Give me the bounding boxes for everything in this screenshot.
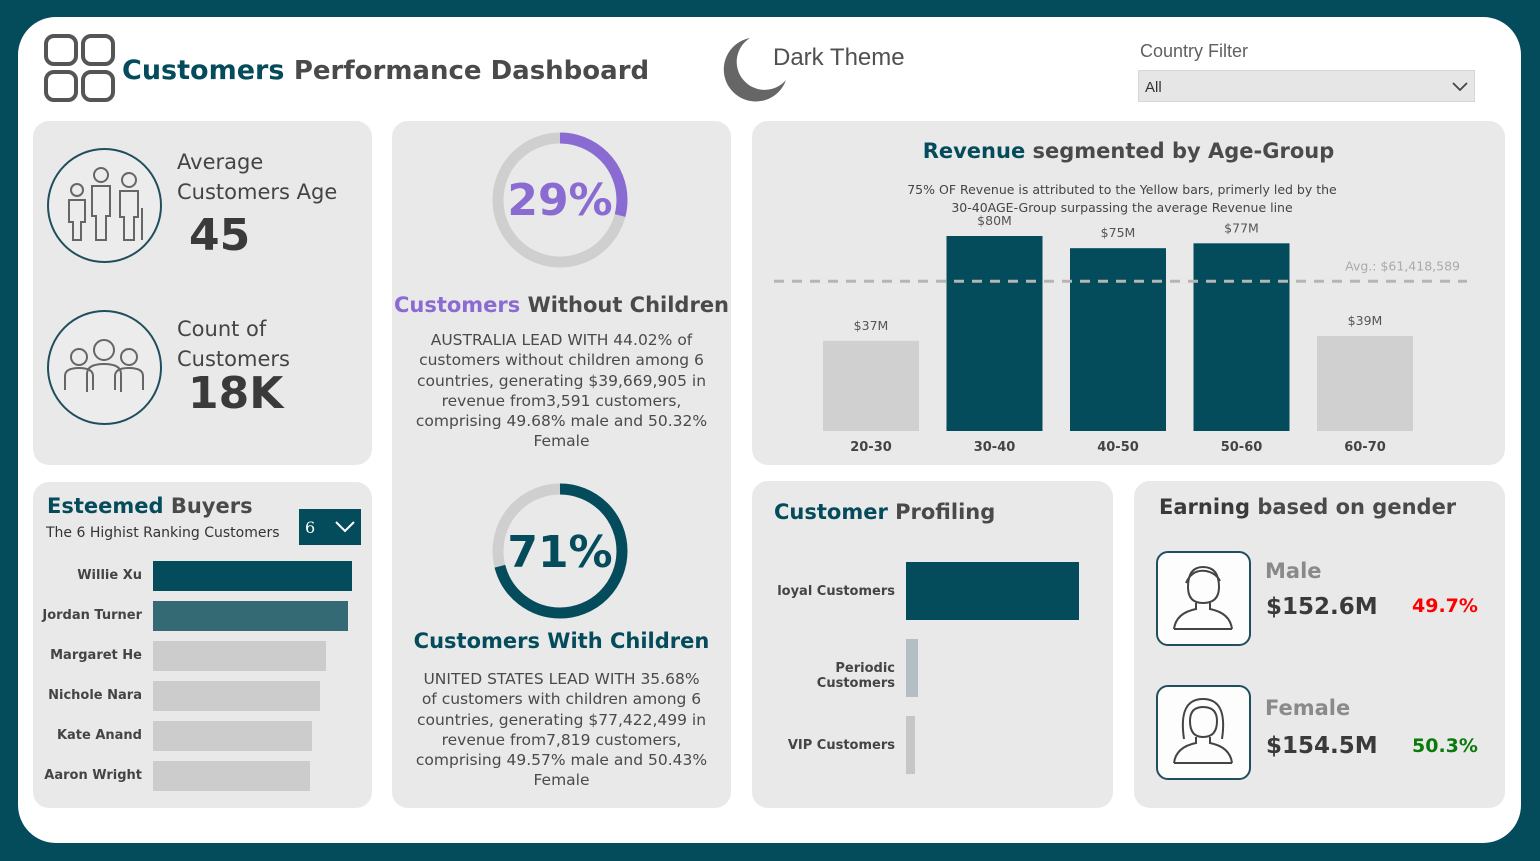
revenue-bar-value-label: $75M [1101, 225, 1136, 240]
gender-title-accent: Earning [1159, 495, 1251, 519]
buyer-name-label: Nichole Nara [48, 688, 142, 703]
revenue-category-label: 40-50 [1097, 440, 1139, 455]
customers-group-icon [47, 310, 162, 425]
avg-age-value: 45 [189, 210, 251, 261]
count-label-1: Count of [177, 317, 267, 341]
revenue-category-label: 60-70 [1344, 440, 1386, 455]
esteemed-title: Esteemed Buyers [47, 494, 253, 518]
buyer-bar[interactable] [153, 681, 321, 711]
profile-segment-bar[interactable] [906, 639, 919, 697]
average-revenue-label: Avg.: $61,418,589 [1345, 258, 1460, 273]
revenue-bar-value-label: $80M [977, 213, 1012, 228]
female-avatar-icon [1156, 685, 1251, 780]
revenue-bar-value-label: $39M [1348, 313, 1383, 328]
chevron-down-icon [335, 521, 355, 533]
country-filter-value: All [1145, 79, 1162, 96]
profiling-title: Customer Profiling [774, 500, 995, 524]
dashboard-grid-icon [44, 34, 116, 108]
revenue-category-label: 20-30 [850, 440, 892, 455]
male-label: Male [1265, 559, 1322, 583]
count-value: 18K [188, 368, 284, 419]
country-filter-label: Country Filter [1140, 41, 1249, 61]
revenue-bar-20-30[interactable] [823, 340, 919, 431]
esteemed-subtitle: The 6 Highist Ranking Customers [46, 525, 280, 541]
revenue-bar-30-40[interactable] [946, 236, 1043, 431]
with-children-percent: 71% [507, 527, 613, 578]
male-avatar-icon [1156, 551, 1251, 646]
male-percent: 49.7% [1412, 595, 1478, 617]
chevron-down-icon [1452, 82, 1468, 92]
profiling-title-rest: Profiling [895, 500, 996, 524]
profiling-title-accent: Customer [774, 500, 888, 524]
description-line: revenue from3,591 customers, [441, 391, 682, 410]
without-children-title-accent: Customers [393, 293, 521, 317]
with-children-title-accent: Customers [413, 629, 540, 653]
esteemed-title-rest: Buyers [170, 494, 253, 518]
profile-segment-bar[interactable] [906, 562, 1079, 620]
avg-age-label-2: Customers Age [177, 180, 338, 204]
family-age-icon [47, 148, 162, 263]
buyer-name-label: Jordan Turner [42, 608, 142, 623]
page-title: Customers Performance Dashboard [122, 55, 649, 86]
profile-segment-bar[interactable] [906, 716, 915, 774]
with-children-title-rest: With Children [547, 629, 710, 653]
revenue-category-label: 50-60 [1221, 440, 1263, 455]
with-children-description: UNITED STATES LEAD WITH 35.68% of custom… [392, 669, 731, 791]
country-filter-select[interactable]: All [1138, 70, 1475, 102]
gender-title: Earning based on gender [1159, 495, 1456, 519]
profile-segment-label: loyal Customers [777, 584, 895, 599]
page-title-rest: Performance Dashboard [293, 56, 650, 86]
revenue-bar-value-label: $37M [854, 318, 889, 333]
revenue-bar-60-70[interactable] [1317, 335, 1413, 431]
revenue-bar-chart: $37M 20-30 $80M 30-40 $75M 40-50 $77M 50-60 $39M… [774, 213, 1467, 455]
buyer-bar[interactable] [153, 721, 313, 751]
without-children-title-rest: Without Children [527, 293, 730, 317]
description-line: revenue from7,819 customers, [441, 730, 682, 749]
description-line: of customers with children among 6 [421, 690, 702, 709]
description-line: Female [533, 771, 590, 790]
top-n-value: 6 [305, 518, 316, 537]
description-line: UNITED STATES LEAD WITH 35.68% [423, 670, 700, 688]
buyer-name-label: Kate Anand [56, 728, 142, 743]
buyer-name-label: Willie Xu [77, 568, 142, 583]
without-children-description: AUSTRALIA LEAD WITH 44.02% of customers … [392, 330, 731, 452]
female-label: Female [1265, 696, 1351, 720]
buyer-bar[interactable] [153, 601, 349, 631]
male-earning-value: $152.6M [1266, 594, 1378, 620]
profile-segment-label: VIP Customers [787, 738, 895, 753]
top-n-selector[interactable]: 6 [299, 509, 361, 545]
revenue-category-label: 30-40 [974, 440, 1016, 455]
without-children-title: Customers Without Children [392, 293, 731, 317]
female-earning-value: $154.5M [1266, 733, 1378, 759]
buyer-bar[interactable] [153, 561, 352, 591]
description-line: AUSTRALIA LEAD WITH 44.02% of [430, 331, 693, 349]
without-children-percent: 29% [507, 175, 613, 226]
description-line: comprising 49.57% male and 50.43% [415, 751, 708, 770]
buyer-name-label: Margaret He [50, 648, 142, 663]
revenue-bar-40-50[interactable] [1070, 248, 1166, 431]
description-line: comprising 49.68% male and 50.32% [415, 412, 708, 431]
gender-title-rest: based on gender [1257, 495, 1457, 519]
profile-segment-label: Periodic Customers [816, 661, 895, 691]
description-line: customers without children among 6 [419, 351, 704, 370]
female-percent: 50.3% [1412, 735, 1478, 757]
with-children-title: Customers With Children [392, 629, 731, 653]
buyer-bar[interactable] [153, 641, 327, 671]
buyer-name-label: Aaron Wright [44, 768, 142, 783]
avg-age-label-1: Average [177, 150, 264, 174]
revenue-bar-50-60[interactable] [1193, 243, 1290, 431]
description-line: countries, generating $77,422,499 in [416, 710, 707, 729]
revenue-bar-value-label: $77M [1224, 220, 1259, 235]
description-line: countries, generating $39,669,905 in [416, 371, 707, 390]
description-line: Female [533, 432, 590, 451]
page-title-accent: Customers [122, 55, 285, 86]
esteemed-title-accent: Esteemed [47, 494, 164, 518]
theme-toggle-label[interactable]: Dark Theme [773, 44, 905, 72]
buyer-bar[interactable] [153, 761, 311, 791]
customer-profiling-card [752, 481, 1113, 808]
